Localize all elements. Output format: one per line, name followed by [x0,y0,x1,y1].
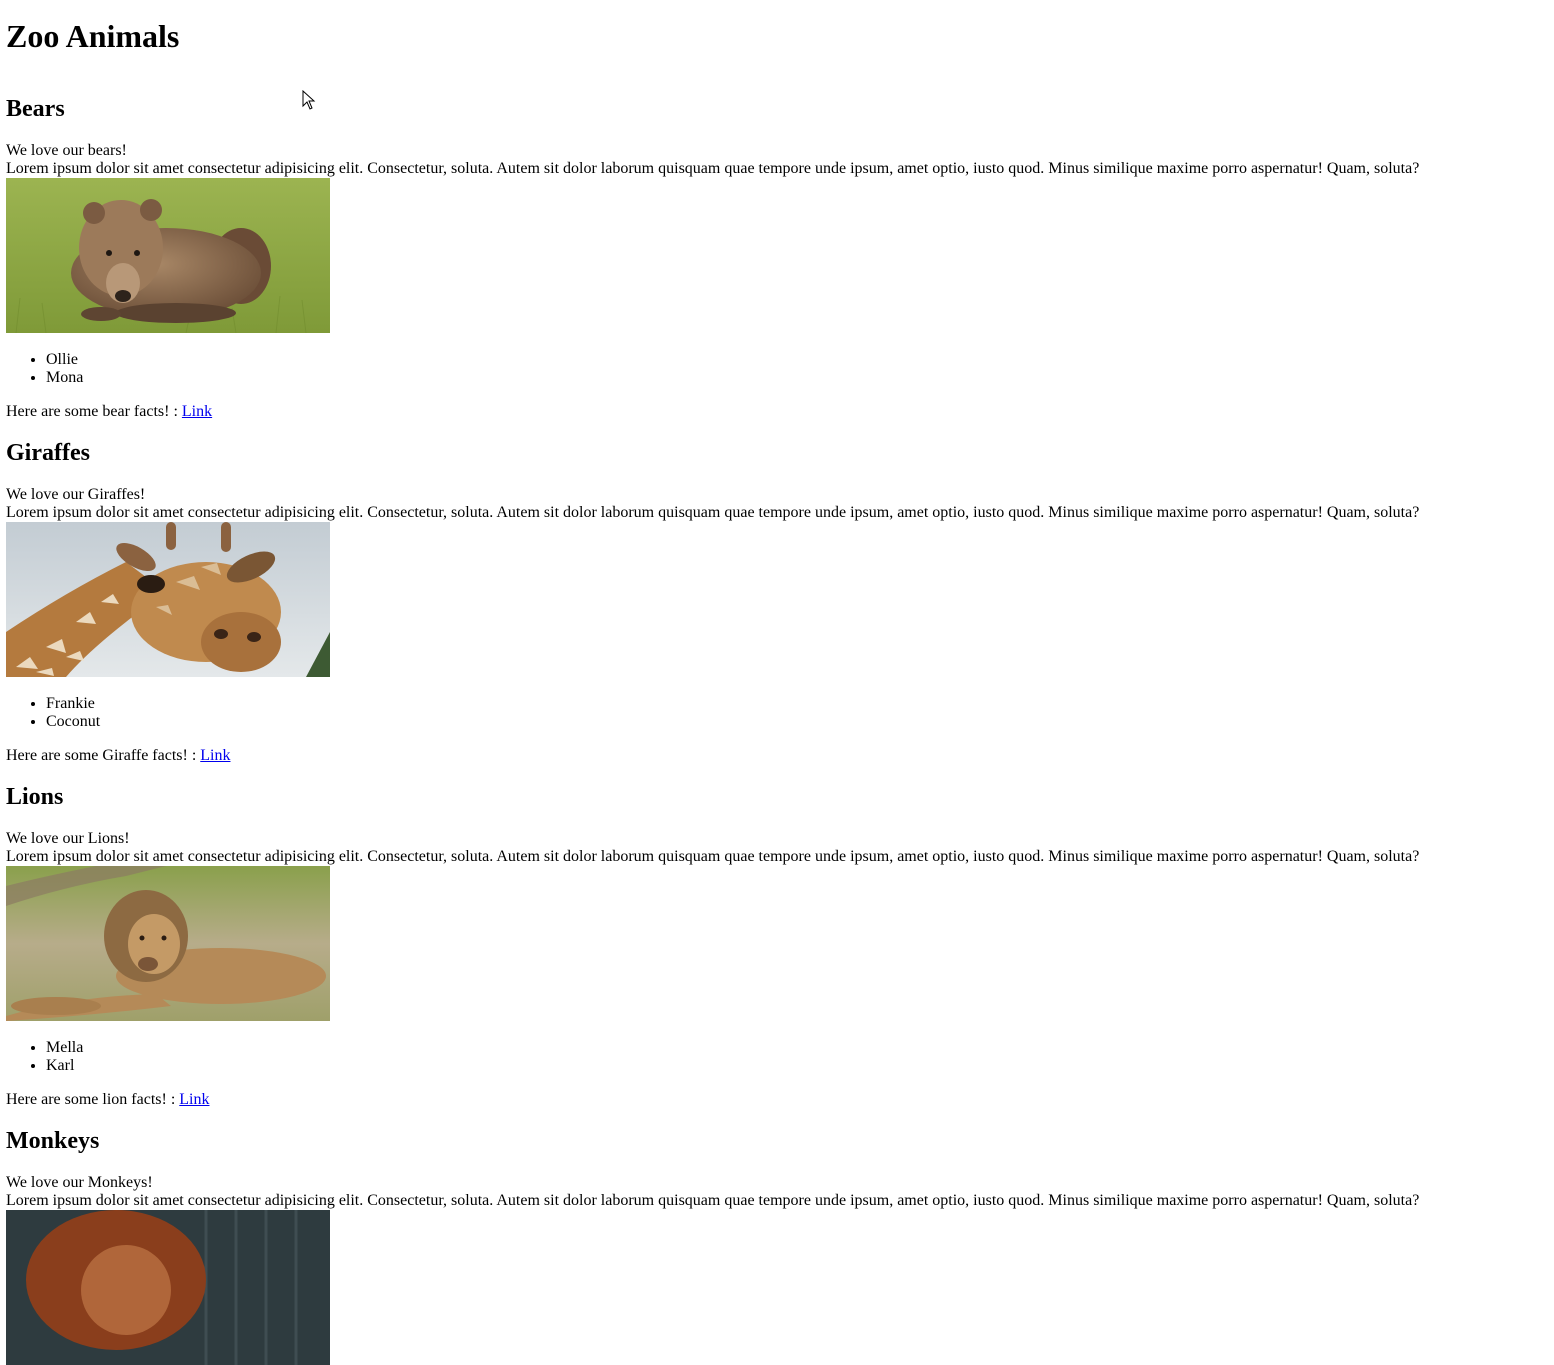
name-list-bears: Ollie Mona [6,351,1548,387]
section-tagline-giraffes: We love our Giraffes! [6,486,146,503]
facts-line-lions: Here are some lion facts! : Link [6,1091,1548,1109]
facts-text: Here are some bear facts! : [6,403,182,420]
list-item: Coconut [46,713,1548,731]
mouse-pointer-icon [302,90,316,110]
lion-photo [6,866,330,1021]
section-heading-lions: Lions [6,784,64,810]
facts-line-giraffes: Here are some Giraffe facts! : Link [6,747,1548,765]
name-list-lions: Mella Karl [6,1039,1548,1075]
section-lorem-bears: Lorem ipsum dolor sit amet consectetur a… [6,160,1420,177]
bear-photo [6,178,330,333]
facts-line-bears: Here are some bear facts! : Link [6,403,1548,421]
page: Zoo Animals Bears We love our bears! Lor… [0,18,1554,1365]
section-tagline-lions: We love our Lions! [6,830,130,847]
section-bears: Bears We love our bears! Lorem ipsum dol… [6,95,1548,421]
list-item: Mona [46,369,1548,387]
list-item: Frankie [46,695,1548,713]
section-tagline-bears: We love our bears! [6,142,127,159]
name-list-giraffes: Frankie Coconut [6,695,1548,731]
section-lorem-lions: Lorem ipsum dolor sit amet consectetur a… [6,848,1420,865]
giraffe-facts-link[interactable]: Link [200,747,230,764]
section-heading-giraffes: Giraffes [6,440,90,466]
facts-text: Here are some lion facts! : [6,1091,180,1108]
section-heading-bears: Bears [6,96,65,122]
giraffe-photo [6,522,330,677]
facts-text: Here are some Giraffe facts! : [6,747,201,764]
section-heading-monkeys: Monkeys [6,1128,100,1154]
bear-facts-link[interactable]: Link [182,403,212,420]
section-lorem-monkeys: Lorem ipsum dolor sit amet consectetur a… [6,1192,1420,1209]
section-lions: Lions We love our Lions! Lorem ipsum dol… [6,783,1548,1109]
page-title: Zoo Animals [6,18,180,54]
section-monkeys: Monkeys We love our Monkeys! Lorem ipsum… [6,1127,1548,1365]
section-tagline-monkeys: We love our Monkeys! [6,1174,153,1191]
list-item: Karl [46,1057,1548,1075]
lion-facts-link[interactable]: Link [179,1091,209,1108]
section-lorem-giraffes: Lorem ipsum dolor sit amet consectetur a… [6,504,1420,521]
section-giraffes: Giraffes We love our Giraffes! Lorem ips… [6,439,1548,765]
list-item: Mella [46,1039,1548,1057]
list-item: Ollie [46,351,1548,369]
monkey-photo [6,1210,330,1365]
